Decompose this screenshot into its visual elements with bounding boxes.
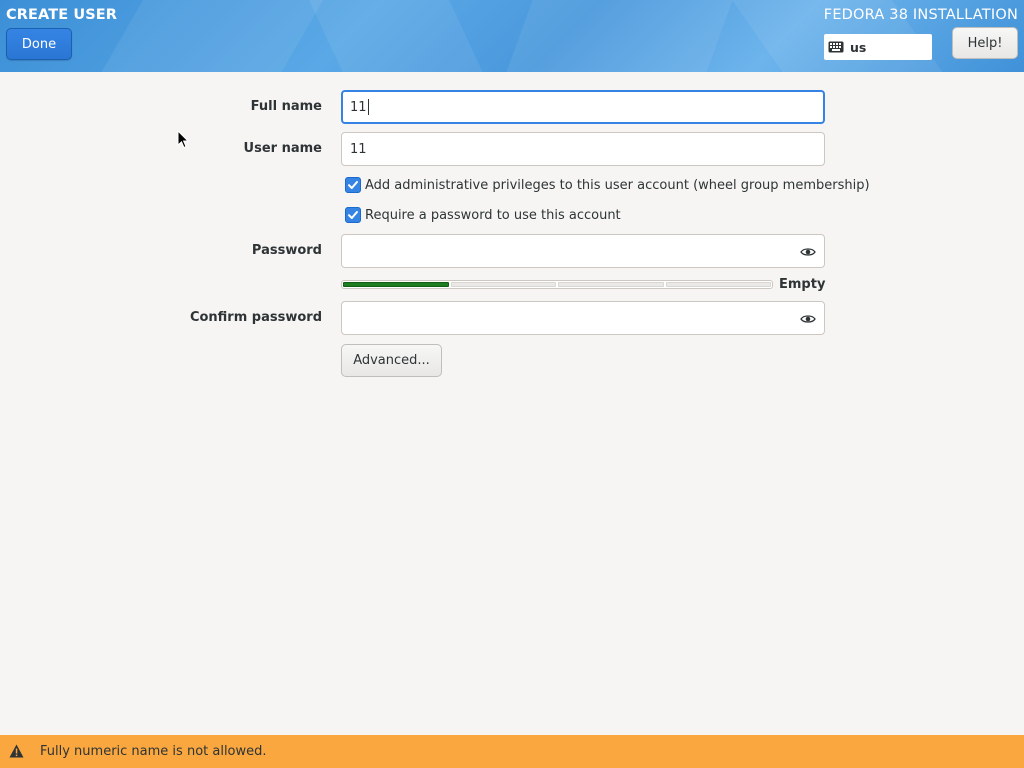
eye-icon[interactable] <box>800 311 816 327</box>
status-warning-bar[interactable]: Fully numeric name is not allowed. <box>0 735 1024 768</box>
done-button[interactable]: Done <box>6 28 72 60</box>
warning-message: Fully numeric name is not allowed. <box>40 744 267 759</box>
full-name-value: 11 <box>350 99 367 115</box>
header-bar: CREATE USER Done FEDORA 38 INSTALLATION … <box>0 0 1024 72</box>
keyboard-icon <box>828 41 844 53</box>
user-name-field[interactable]: 11 <box>341 132 825 166</box>
full-name-label: Full name <box>250 99 322 114</box>
confirm-password-field[interactable] <box>341 301 825 335</box>
eye-icon[interactable] <box>800 244 816 260</box>
password-field[interactable] <box>341 234 825 268</box>
checkmark-icon[interactable] <box>345 177 361 193</box>
advanced-button[interactable]: Advanced... <box>341 344 442 377</box>
admin-privileges-checkbox[interactable]: Add administrative privileges to this us… <box>345 177 870 193</box>
password-strength-bar <box>341 280 773 289</box>
mouse-cursor-icon <box>177 130 189 149</box>
confirm-password-label: Confirm password <box>189 310 322 325</box>
require-password-label: Require a password to use this account <box>365 207 621 223</box>
product-title: FEDORA 38 INSTALLATION <box>823 7 1018 23</box>
password-label: Password <box>251 243 322 258</box>
warning-icon <box>9 744 24 758</box>
strength-segment <box>343 282 449 287</box>
checkmark-icon[interactable] <box>345 207 361 223</box>
keyboard-layout-indicator[interactable]: us <box>824 34 932 60</box>
user-name-label: User name <box>243 141 322 156</box>
keyboard-layout-label: us <box>850 39 867 55</box>
admin-privileges-label: Add administrative privileges to this us… <box>365 177 870 193</box>
text-caret <box>367 99 369 115</box>
strength-segment <box>450 282 556 287</box>
user-name-value: 11 <box>350 141 367 157</box>
full-name-field[interactable]: 11 <box>341 90 825 124</box>
strength-segment <box>665 282 771 287</box>
strength-segment <box>558 282 664 287</box>
password-strength-label: Empty <box>779 277 826 292</box>
help-button[interactable]: Help! <box>952 27 1018 59</box>
page-title: CREATE USER <box>6 7 118 23</box>
require-password-checkbox[interactable]: Require a password to use this account <box>345 207 621 223</box>
